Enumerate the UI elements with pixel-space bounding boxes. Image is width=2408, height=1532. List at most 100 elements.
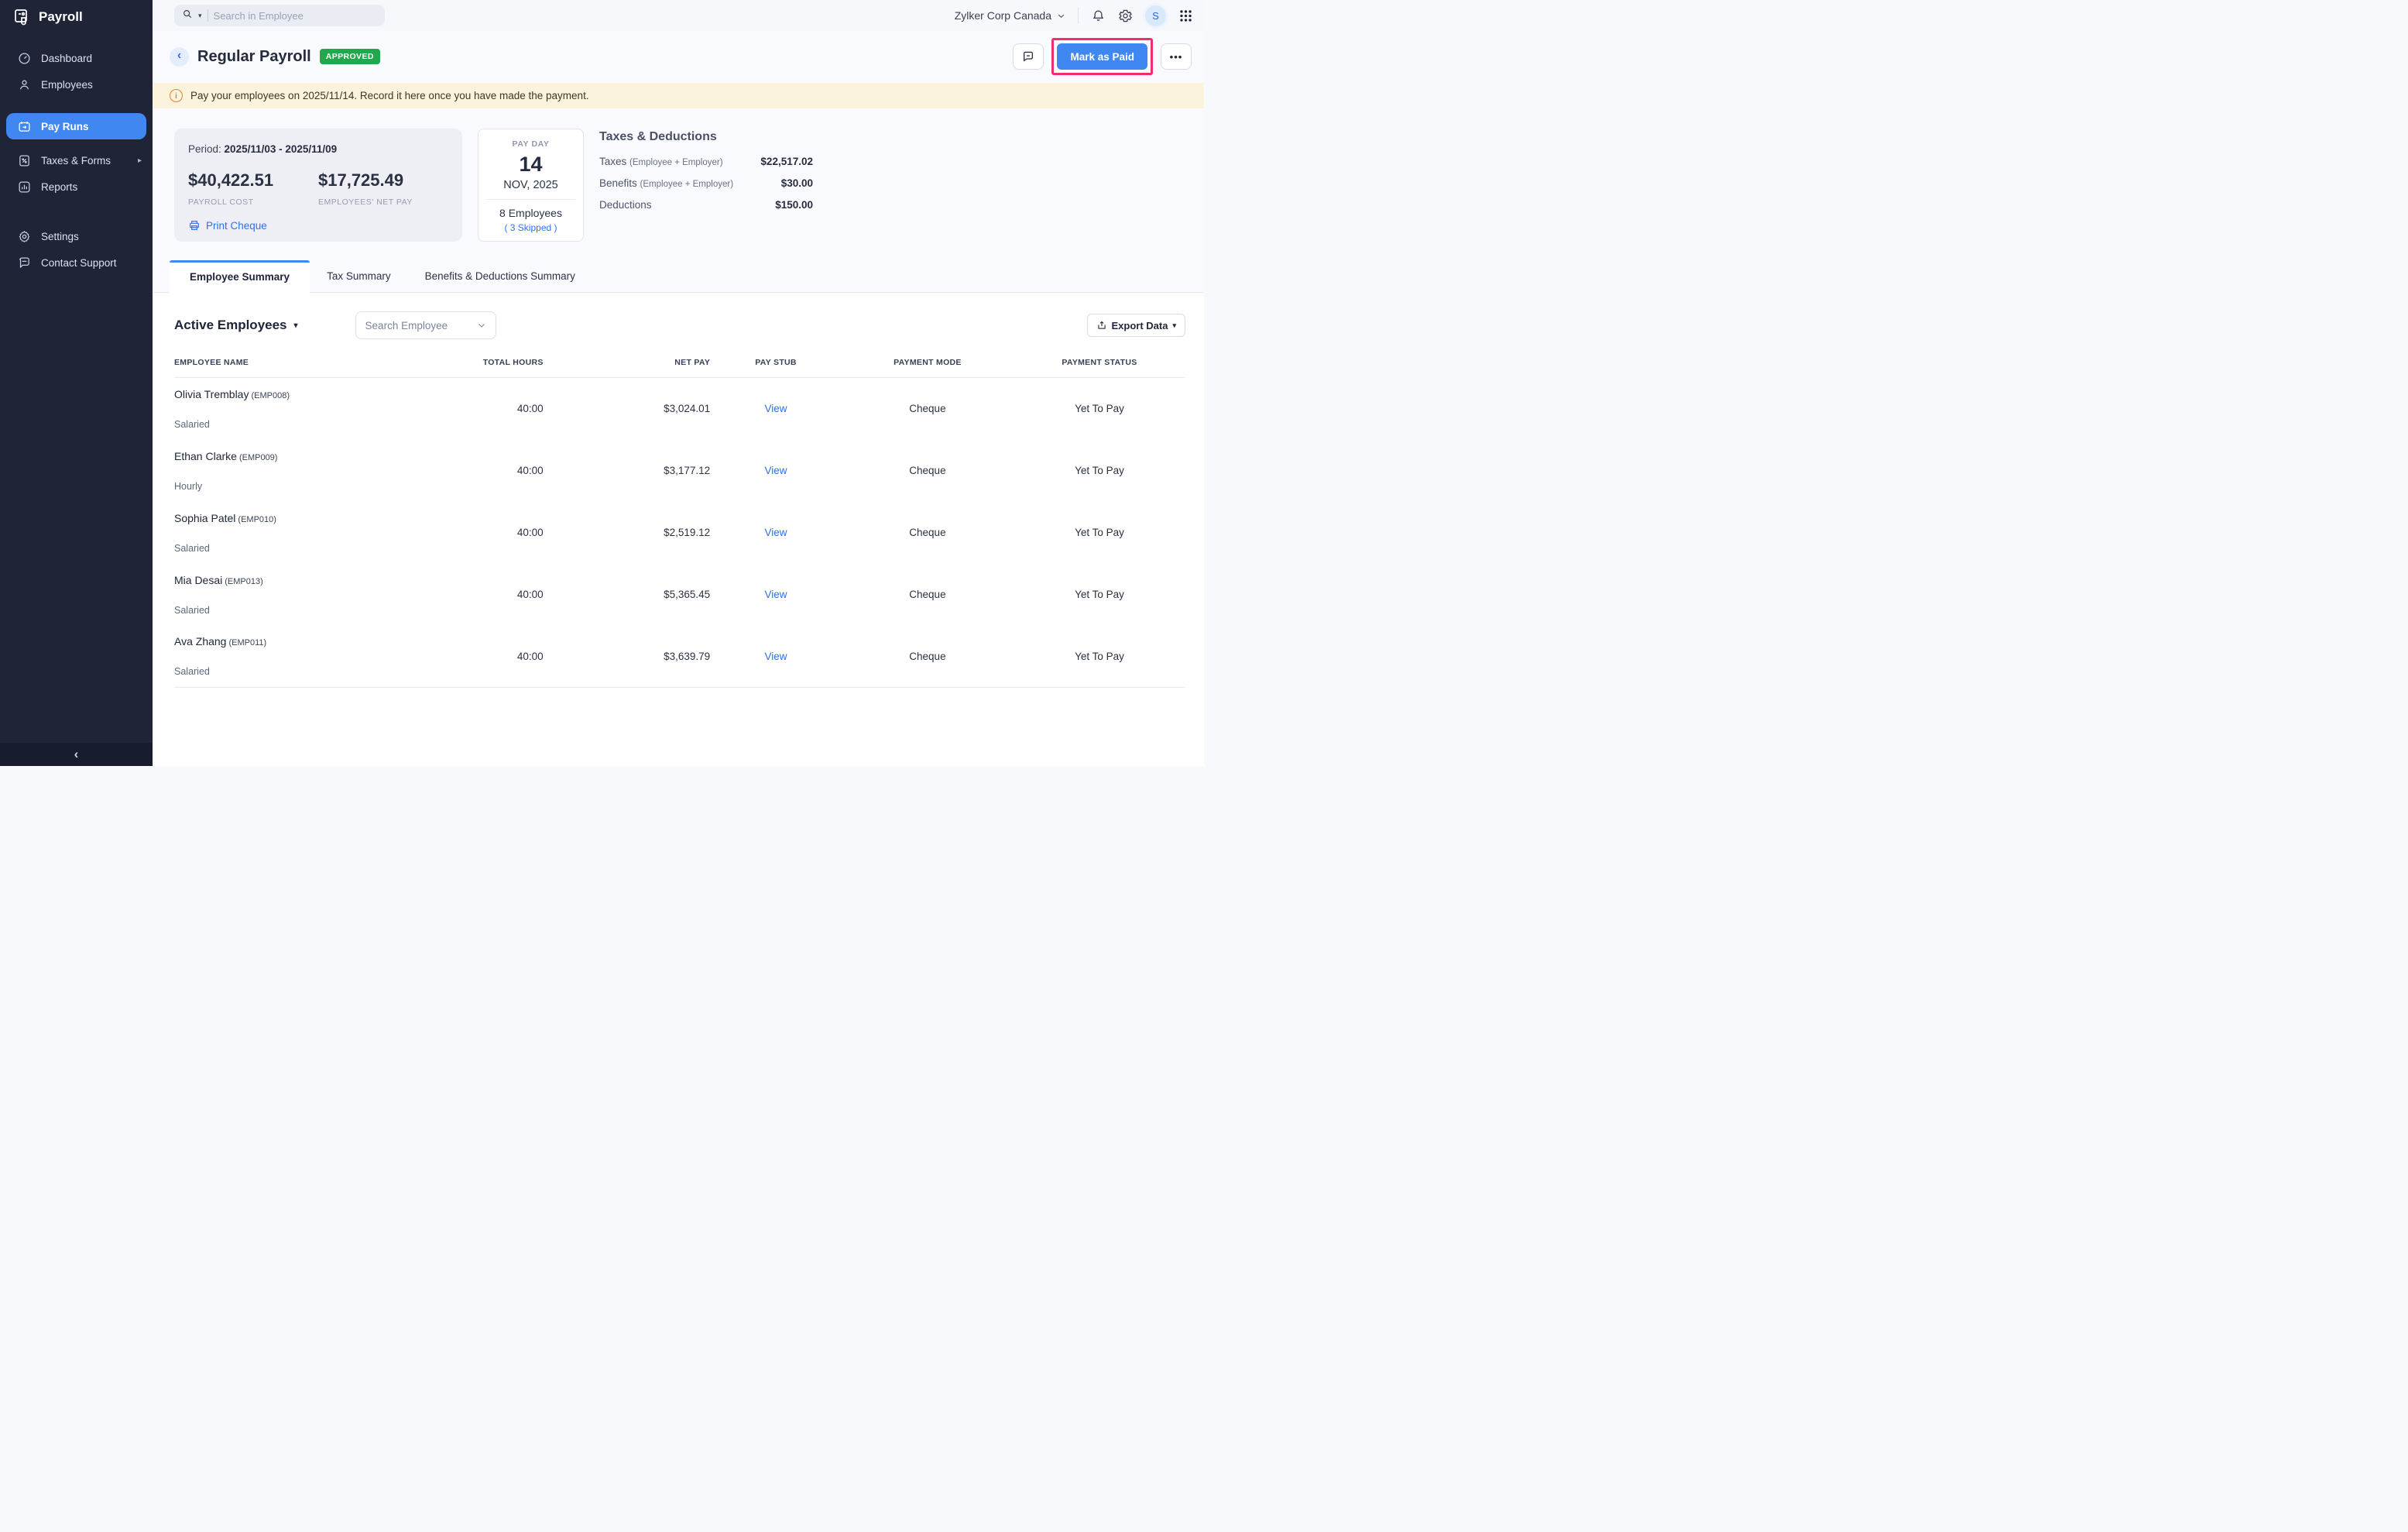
taxes-deductions-section: Taxes & Deductions Taxes (Employee + Emp… bbox=[599, 129, 813, 242]
employee-name: Olivia Tremblay bbox=[174, 388, 249, 400]
employee-name: Ethan Clarke bbox=[174, 450, 237, 462]
app-logo: Payroll bbox=[0, 0, 153, 37]
col-payment-mode: PAYMENT MODE bbox=[842, 358, 1014, 378]
search-employee-select[interactable]: Search Employee bbox=[355, 311, 496, 339]
more-options-button[interactable]: ••• bbox=[1161, 43, 1192, 70]
sidebar-item-dashboard[interactable]: Dashboard bbox=[0, 45, 153, 71]
sidebar-item-label: Pay Runs bbox=[41, 121, 89, 132]
org-name: Zylker Corp Canada bbox=[955, 9, 1051, 22]
page-header: ‹ Regular Payroll APPROVED Mark as Paid … bbox=[153, 31, 1204, 81]
sidebar-collapse-button[interactable]: ‹ bbox=[0, 743, 153, 766]
employee-name: Ava Zhang bbox=[174, 635, 226, 647]
page-content: ‹ Regular Payroll APPROVED Mark as Paid … bbox=[153, 31, 1204, 766]
sidebar-item-employees[interactable]: Employees bbox=[0, 71, 153, 98]
pay-stub-view-link[interactable]: View bbox=[765, 403, 787, 414]
app-window: Payroll Dashboard Employees Pay Runs bbox=[0, 0, 1204, 766]
payment-mode: Cheque bbox=[842, 440, 1014, 502]
payment-mode: Cheque bbox=[842, 626, 1014, 688]
search-scope-caret-icon[interactable]: ▾ bbox=[198, 12, 202, 20]
contact-support-icon bbox=[18, 256, 31, 270]
annotation-highlight-box: Mark as Paid bbox=[1051, 38, 1153, 75]
payday-month-year: NOV, 2025 bbox=[503, 179, 557, 191]
pay-stub-view-link[interactable]: View bbox=[765, 465, 787, 476]
payroll-cost-label: PAYROLL COST bbox=[188, 198, 318, 207]
col-payment-status: PAYMENT STATUS bbox=[1014, 358, 1185, 378]
employee-id: (EMP008) bbox=[251, 391, 290, 400]
notifications-bell-icon[interactable] bbox=[1091, 9, 1106, 23]
employee-type: Salaried bbox=[174, 666, 458, 677]
net-pay-label: EMPLOYEES' NET PAY bbox=[318, 198, 448, 207]
employee-summary-panel: Active Employees ▾ Search Employee Expor… bbox=[153, 293, 1204, 766]
org-selector[interactable]: Zylker Corp Canada bbox=[955, 9, 1065, 22]
print-cheque-link[interactable]: Print Cheque bbox=[188, 219, 267, 232]
reports-icon bbox=[18, 180, 31, 194]
caret-down-icon: ▾ bbox=[294, 321, 298, 330]
col-pay-stub: PAY STUB bbox=[710, 358, 842, 378]
table-row: Ethan Clarke(EMP009) Hourly 40:00 $3,177… bbox=[174, 440, 1185, 502]
submenu-arrow-icon: ▸ bbox=[138, 156, 142, 165]
printer-icon bbox=[188, 219, 201, 232]
tab-tax-summary[interactable]: Tax Summary bbox=[310, 261, 408, 292]
payment-status: Yet To Pay bbox=[1014, 378, 1185, 440]
sidebar-item-label: Reports bbox=[41, 181, 77, 193]
pay-runs-icon bbox=[18, 120, 31, 133]
tab-employee-summary[interactable]: Employee Summary bbox=[170, 260, 310, 293]
user-avatar[interactable]: S bbox=[1145, 5, 1166, 26]
employee-id: (EMP011) bbox=[228, 638, 266, 647]
global-search[interactable]: ▾ bbox=[174, 5, 385, 26]
employee-id: (EMP013) bbox=[225, 577, 263, 586]
table-row: Sophia Patel(EMP010) Salaried 40:00 $2,5… bbox=[174, 502, 1185, 564]
sidebar-nav: Dashboard Employees Pay Runs Taxes & For… bbox=[0, 37, 153, 743]
search-icon bbox=[182, 9, 193, 23]
sidebar-item-label: Taxes & Forms bbox=[41, 155, 111, 167]
payment-mode: Cheque bbox=[842, 502, 1014, 564]
skipped-employees-link[interactable]: ( 3 Skipped ) bbox=[504, 222, 557, 233]
payroll-logo-icon bbox=[12, 8, 31, 26]
period-card: Period: 2025/11/03 - 2025/11/09 $40,422.… bbox=[174, 129, 462, 242]
sidebar-item-label: Employees bbox=[41, 79, 93, 91]
pay-stub-view-link[interactable]: View bbox=[765, 589, 787, 600]
employee-name: Mia Desai bbox=[174, 574, 222, 586]
chevron-down-icon bbox=[477, 321, 486, 330]
export-icon bbox=[1096, 320, 1107, 331]
mark-as-paid-button[interactable]: Mark as Paid bbox=[1057, 43, 1147, 70]
info-icon: i bbox=[170, 89, 183, 102]
apps-grid-icon[interactable] bbox=[1178, 9, 1193, 23]
search-input[interactable] bbox=[214, 10, 345, 22]
employee-type: Salaried bbox=[174, 605, 458, 616]
table-row: Olivia Tremblay(EMP008) Salaried 40:00 $… bbox=[174, 378, 1185, 440]
app-title: Payroll bbox=[39, 9, 83, 25]
chevron-down-icon bbox=[1057, 12, 1065, 20]
payment-mode: Cheque bbox=[842, 564, 1014, 626]
sidebar-item-settings[interactable]: Settings bbox=[0, 223, 153, 249]
sidebar-item-pay-runs[interactable]: Pay Runs bbox=[6, 113, 146, 139]
topbar: ▾ Zylker Corp Canada S bbox=[153, 0, 1204, 31]
payment-status: Yet To Pay bbox=[1014, 502, 1185, 564]
comments-button[interactable] bbox=[1013, 43, 1044, 70]
pay-stub-view-link[interactable]: View bbox=[765, 651, 787, 662]
sidebar-item-taxes-forms[interactable]: Taxes & Forms ▸ bbox=[0, 147, 153, 173]
sidebar-item-contact-support[interactable]: Contact Support bbox=[0, 249, 153, 276]
net-pay: $3,024.01 bbox=[544, 378, 710, 440]
net-pay: $5,365.45 bbox=[544, 564, 710, 626]
payment-status: Yet To Pay bbox=[1014, 440, 1185, 502]
topbar-separator bbox=[1078, 7, 1079, 24]
period-value: 2025/11/03 - 2025/11/09 bbox=[225, 143, 338, 155]
employee-type: Hourly bbox=[174, 481, 458, 492]
sidebar-item-reports[interactable]: Reports bbox=[0, 173, 153, 200]
employee-group-dropdown[interactable]: Active Employees ▾ bbox=[174, 318, 298, 333]
ellipsis-icon: ••• bbox=[1170, 51, 1183, 63]
employee-name: Sophia Patel bbox=[174, 512, 235, 524]
employee-type: Salaried bbox=[174, 419, 458, 430]
pay-stub-view-link[interactable]: View bbox=[765, 527, 787, 538]
tab-benefits-deductions-summary[interactable]: Benefits & Deductions Summary bbox=[408, 261, 592, 292]
tax-row-benefits: Benefits (Employee + Employer) $30.00 bbox=[599, 177, 813, 189]
settings-gear-icon[interactable] bbox=[1118, 9, 1133, 23]
export-data-button[interactable]: Export Data ▾ bbox=[1087, 314, 1186, 337]
net-pay-value: $17,725.49 bbox=[318, 170, 448, 191]
back-button[interactable]: ‹ bbox=[170, 47, 189, 67]
employee-id: (EMP010) bbox=[238, 515, 276, 524]
tax-row-deductions: Deductions $150.00 bbox=[599, 199, 813, 211]
payment-status: Yet To Pay bbox=[1014, 564, 1185, 626]
payrun-summary: Period: 2025/11/03 - 2025/11/09 $40,422.… bbox=[153, 108, 1204, 242]
